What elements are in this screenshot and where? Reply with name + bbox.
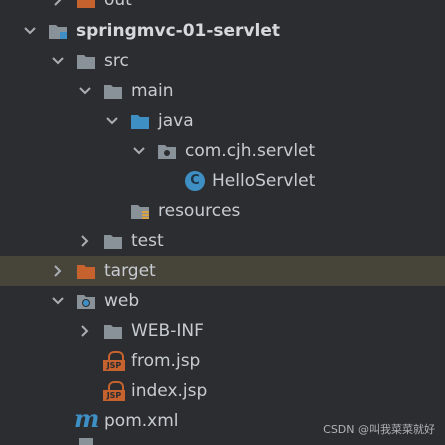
jsp-badge: JSP [103,390,125,401]
source-folder-icon [131,115,149,129]
chevron-right-icon[interactable] [50,263,66,279]
tree-label-test: test [131,231,164,251]
tree-row-web[interactable]: web [0,286,445,316]
folder-icon [77,0,95,8]
jsp-badge: JSP [103,360,125,371]
tree-row-clipped [0,438,445,445]
chevron-down-icon[interactable] [22,23,38,39]
tree-row-test[interactable]: test [0,226,445,256]
module-icon [49,25,67,39]
tree-row-out[interactable]: out [0,0,445,15]
folder-icon [104,235,122,249]
chevron-down-icon[interactable] [50,53,66,69]
tree-label-main: main [131,81,174,101]
tree-row-index-jsp[interactable]: JSP index.jsp [0,376,445,406]
tree-label-index-jsp: index.jsp [131,381,208,401]
folder-icon [77,55,95,69]
folder-icon [104,85,122,99]
tree-label-package: com.cjh.servlet [185,141,316,161]
tree-row-java[interactable]: java [0,106,445,136]
chevron-right-icon[interactable] [50,0,66,8]
tree-row-package[interactable]: com.cjh.servlet [0,136,445,166]
chevron-down-icon[interactable] [50,293,66,309]
tree-label-web-inf: WEB-INF [131,321,204,341]
resources-folder-icon [131,205,149,219]
chevron-down-icon[interactable] [77,83,93,99]
folder-icon [77,265,95,279]
watermark: CSDN @叫我菜菜就好 [323,423,435,436]
tree-label-out: out [104,0,132,10]
chevron-down-icon[interactable] [131,143,147,159]
tree-label-java: java [158,111,194,131]
jsp-file-icon: JSP [103,381,125,401]
chevron-down-icon[interactable] [104,113,120,129]
tree-label-project: springmvc-01-servlet [76,21,281,41]
project-tree: out springmvc-01-servlet src main java c… [0,0,445,445]
tree-label-src: src [104,51,129,71]
maven-icon: m [74,404,100,433]
tree-row-resources[interactable]: resources [0,196,445,226]
tree-label-resources: resources [158,201,241,221]
folder-icon [104,325,122,339]
tree-label-hello-servlet: HelloServlet [212,171,316,191]
tree-label-target: target [104,261,156,281]
package-icon [158,145,176,159]
chevron-right-icon[interactable] [77,233,93,249]
tree-label-web: web [104,291,140,311]
tree-row-hello-servlet[interactable]: C HelloServlet [0,166,445,196]
tree-row-from-jsp[interactable]: JSP from.jsp [0,346,445,376]
tree-row-project[interactable]: springmvc-01-servlet [0,16,445,46]
web-folder-icon [77,295,95,309]
file-icon [79,438,93,445]
tree-row-web-inf[interactable]: WEB-INF [0,316,445,346]
tree-row-main[interactable]: main [0,76,445,106]
chevron-right-icon[interactable] [77,323,93,339]
jsp-file-icon: JSP [103,351,125,371]
tree-label-pom: pom.xml [104,411,179,431]
tree-row-target[interactable]: target [0,256,445,286]
class-icon: C [185,171,205,191]
tree-label-from-jsp: from.jsp [131,351,201,371]
tree-row-src[interactable]: src [0,46,445,76]
